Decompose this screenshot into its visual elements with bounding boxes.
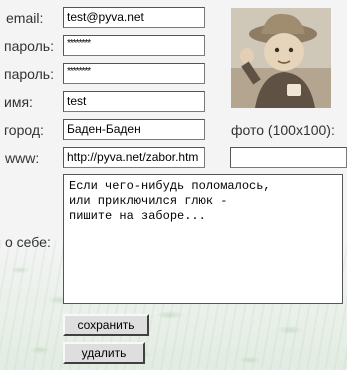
about-label: о себе: bbox=[5, 234, 51, 250]
city-label: город: bbox=[4, 122, 44, 138]
city-field[interactable]: Баден-Баден bbox=[63, 119, 205, 140]
www-field[interactable]: http://pyva.net/zabor.htm bbox=[63, 147, 205, 168]
photo-label: фото (100x100): bbox=[231, 122, 335, 138]
user-photo bbox=[231, 8, 331, 108]
about-textarea[interactable]: Если чего-нибудь поломалось, или приключ… bbox=[63, 174, 343, 304]
save-button[interactable]: сохранить bbox=[63, 314, 149, 336]
child-photo-icon bbox=[231, 8, 331, 108]
photo-file-field[interactable] bbox=[230, 147, 347, 168]
password-repeat-label: пароль: bbox=[4, 66, 54, 82]
password-field[interactable]: ******** bbox=[63, 35, 205, 56]
email-field[interactable]: test@pyva.net bbox=[63, 7, 205, 28]
www-label: www: bbox=[5, 150, 40, 166]
name-field[interactable]: test bbox=[63, 91, 205, 112]
email-label: email: bbox=[6, 10, 44, 26]
password-label: пароль: bbox=[4, 38, 54, 54]
delete-button[interactable]: удалить bbox=[63, 342, 145, 364]
name-label: имя: bbox=[4, 94, 33, 110]
password-repeat-field[interactable]: ******** bbox=[63, 63, 205, 84]
